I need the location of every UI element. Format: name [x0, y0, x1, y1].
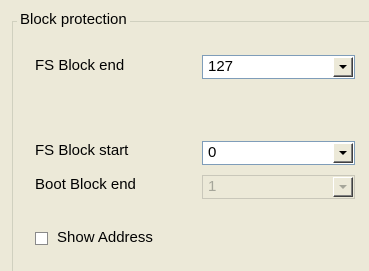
fs-block-start-select[interactable]: 0: [202, 141, 355, 165]
fs-block-start-label: FS Block start: [35, 142, 129, 159]
fs-block-start-value: 0: [208, 144, 217, 161]
boot-block-end-label: Boot Block end: [35, 176, 136, 193]
fs-block-end-select[interactable]: 127: [202, 55, 355, 79]
fs-block-end-dropdown-button[interactable]: [333, 57, 353, 77]
boot-block-end-dropdown-button[interactable]: [333, 177, 353, 197]
chevron-down-icon: [339, 65, 347, 69]
show-address-checkbox[interactable]: [35, 232, 48, 245]
fs-block-end-value: 127: [208, 58, 234, 75]
chevron-down-icon: [339, 185, 347, 189]
fs-block-end-label: FS Block end: [35, 57, 125, 74]
boot-block-end-select[interactable]: 1: [202, 175, 355, 199]
group-title: Block protection: [17, 10, 130, 30]
show-address-label[interactable]: Show Address: [57, 228, 153, 248]
chevron-down-icon: [339, 151, 347, 155]
fs-block-start-dropdown-button[interactable]: [333, 143, 353, 163]
boot-block-end-value: 1: [208, 178, 217, 195]
